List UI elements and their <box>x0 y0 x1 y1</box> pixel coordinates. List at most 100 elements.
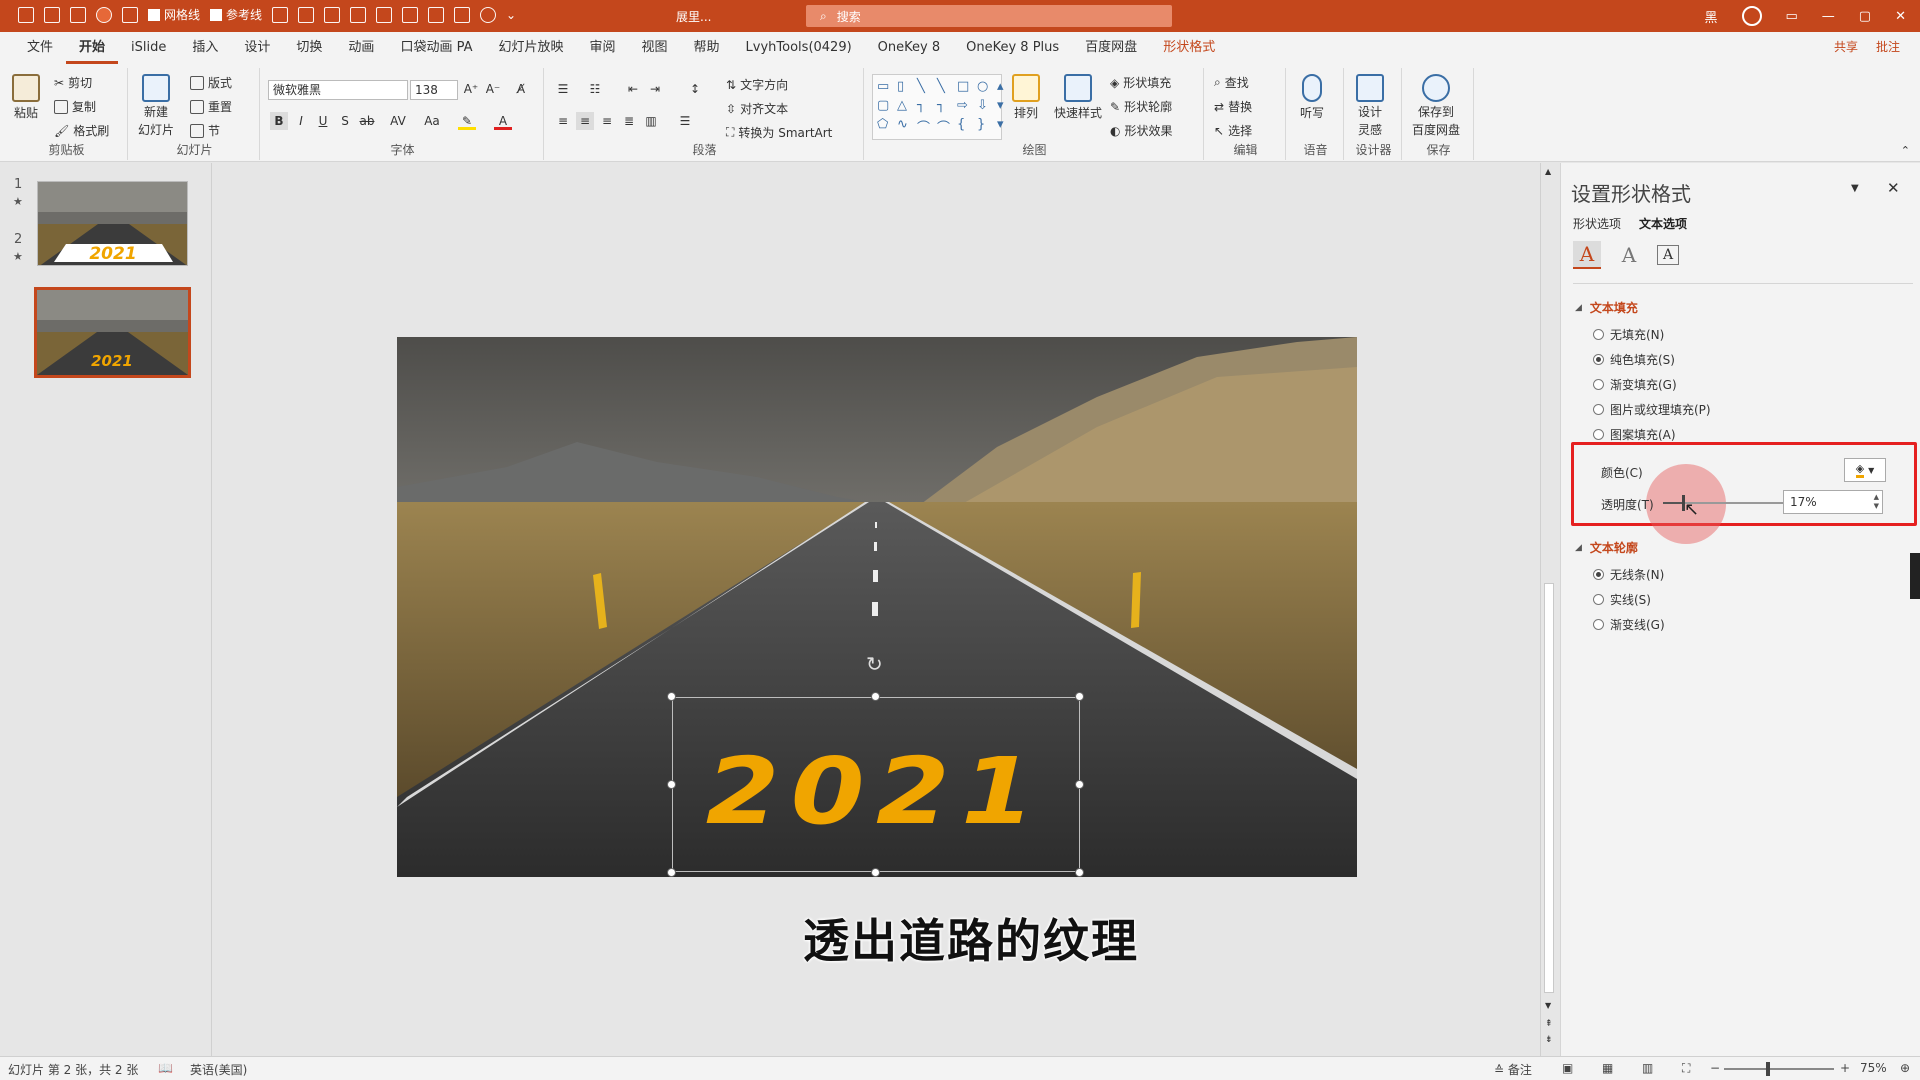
strikethrough-icon[interactable]: ab <box>358 112 376 130</box>
circle-icon[interactable] <box>480 6 497 23</box>
bold-icon[interactable]: B <box>270 112 288 130</box>
save-icon[interactable] <box>18 6 34 23</box>
shape-outline-button[interactable]: ✎ 形状轮廓 <box>1110 98 1172 115</box>
vertical-scrollbar[interactable]: ▲ ▼ ⇞ ⇟ <box>1540 163 1558 1056</box>
rectangle-icon[interactable] <box>454 6 471 23</box>
clear-format-icon[interactable]: A̸ <box>512 80 530 98</box>
numbering-icon[interactable]: ☷ <box>586 80 604 98</box>
slide-editor[interactable]: 2021 ↻ 透出道路的纹理 <box>213 163 1540 1056</box>
line2-shape-icon[interactable]: ╲ <box>937 79 953 94</box>
spellcheck-icon[interactable]: 📖 <box>158 1061 173 1075</box>
resize-handle-r[interactable] <box>1075 780 1084 789</box>
prev-slide-icon[interactable]: ⇞ <box>1545 1019 1553 1029</box>
share-button[interactable]: 共享 <box>1834 38 1858 55</box>
decrease-indent-icon[interactable]: ⇤ <box>624 80 642 98</box>
elbow-shape-icon[interactable]: ┐ <box>917 98 933 113</box>
radio-icon[interactable] <box>1593 379 1604 390</box>
guides-checkbox[interactable]: 参考线 <box>210 6 262 23</box>
curve-shape-icon[interactable]: ∿ <box>897 117 913 136</box>
vtextbox-shape-icon[interactable]: ▯ <box>897 79 913 94</box>
textbox-shape-icon[interactable]: ▭ <box>877 79 893 94</box>
expand-shapes-icon[interactable]: ▾ <box>997 117 1013 136</box>
avatar[interactable] <box>1741 6 1762 26</box>
distribute-v-icon[interactable] <box>402 6 419 23</box>
ribbon-display-icon[interactable]: ▭ <box>1786 9 1798 24</box>
pane-options-icon[interactable]: ▼ <box>1851 183 1859 194</box>
bullets-icon[interactable]: ☰ <box>554 80 572 98</box>
slideshow-icon[interactable]: ⛶ <box>1682 1061 1690 1076</box>
tab-0[interactable]: 文件 <box>14 32 66 64</box>
tab-text-options[interactable]: 文本选项 <box>1639 215 1687 232</box>
record-icon[interactable] <box>96 6 112 23</box>
radio-icon[interactable] <box>1593 619 1604 630</box>
roundrect-shape-icon[interactable]: ▢ <box>877 98 893 113</box>
elbow2-shape-icon[interactable]: ┐ <box>937 98 953 113</box>
font-family-select[interactable]: 微软雅黑 <box>268 80 408 100</box>
font-color-icon[interactable]: A <box>494 112 512 130</box>
textbox-icon[interactable]: A <box>1657 245 1679 265</box>
scroll-shapes-icon[interactable]: ▾ <box>997 98 1013 113</box>
rotate-handle-icon[interactable]: ↻ <box>866 652 883 676</box>
cut-button[interactable]: ✂ 剪切 <box>54 74 92 91</box>
oval-shape-icon[interactable]: ○ <box>977 79 993 94</box>
transparency-slider[interactable] <box>1663 495 1783 511</box>
format-painter-icon[interactable] <box>122 6 138 23</box>
slide-sorter-icon[interactable]: ▦ <box>1602 1061 1613 1075</box>
grow-font-icon[interactable]: A⁺ <box>462 80 480 98</box>
maximize-icon[interactable]: ▢ <box>1859 9 1871 24</box>
triangle-shape-icon[interactable]: △ <box>897 98 913 113</box>
scroll-down-icon[interactable]: ▼ <box>1545 1001 1551 1010</box>
scrollbar-thumb[interactable] <box>1544 583 1554 993</box>
underline-icon[interactable]: U <box>314 112 332 130</box>
color-picker-button[interactable]: ◈ ▼ <box>1844 458 1886 482</box>
down-arrow-shape-icon[interactable]: ⇩ <box>977 98 993 113</box>
arc-shape-icon[interactable]: ⌒ <box>917 117 933 136</box>
text-direction-button[interactable]: ⇅ 文字方向 <box>726 76 788 93</box>
radio-icon[interactable] <box>1593 354 1604 365</box>
resize-handle-br[interactable] <box>1075 868 1084 877</box>
year-text[interactable]: 2021 <box>643 738 1110 845</box>
year-textbox[interactable]: 2021 <box>672 697 1080 872</box>
text-outline-section[interactable]: ◢ 文本轮廓 <box>1575 539 1638 556</box>
distribute-h-icon[interactable] <box>376 6 393 23</box>
user-name[interactable]: 黑 <box>1704 7 1717 26</box>
zoom-slider[interactable] <box>1724 1068 1834 1070</box>
tab-7[interactable]: 口袋动画 PA <box>387 32 485 64</box>
zoom-level[interactable]: 75% <box>1860 1061 1887 1075</box>
brace-right-shape-icon[interactable]: } <box>977 117 993 136</box>
copy-button[interactable]: 复制 <box>54 98 96 115</box>
minimize-icon[interactable]: — <box>1822 9 1835 24</box>
resize-handle-b[interactable] <box>871 868 880 877</box>
format-painter-button[interactable]: 🖌 格式刷 <box>54 122 109 139</box>
tab-13[interactable]: OneKey 8 <box>865 32 953 64</box>
comments-button[interactable]: 批注 <box>1876 38 1900 55</box>
shape-effects-button[interactable]: ◐ 形状效果 <box>1110 122 1173 139</box>
resize-handle-t[interactable] <box>871 692 880 701</box>
tab-6[interactable]: 动画 <box>335 32 387 64</box>
tab-10[interactable]: 视图 <box>629 32 681 64</box>
tab-shape-options[interactable]: 形状选项 <box>1573 215 1621 232</box>
next-slide-icon[interactable]: ⇟ <box>1545 1035 1553 1045</box>
quick-styles-button[interactable]: 快速样式 <box>1054 74 1102 121</box>
pane-collapse-tab[interactable] <box>1910 553 1920 599</box>
tab-5[interactable]: 切换 <box>283 32 335 64</box>
tab-15[interactable]: 百度网盘 <box>1072 32 1150 64</box>
radio-icon[interactable] <box>1593 329 1604 340</box>
slide-canvas[interactable]: 2021 ↻ <box>397 337 1357 877</box>
fill-option-1[interactable]: 纯色填充(S) <box>1593 351 1675 368</box>
arc2-shape-icon[interactable]: ⌒ <box>937 117 953 136</box>
pane-close-icon[interactable]: ✕ <box>1887 179 1900 197</box>
find-button[interactable]: ⌕ 查找 <box>1214 74 1249 91</box>
align-center-icon[interactable] <box>298 6 315 23</box>
fill-option-2[interactable]: 渐变填充(G) <box>1593 376 1677 393</box>
text-fill-outline-icon[interactable]: A <box>1573 241 1601 269</box>
tab-2[interactable]: iSlide <box>118 32 179 64</box>
shape-icon[interactable] <box>70 6 86 23</box>
dictate-button[interactable]: 听写 <box>1300 74 1324 121</box>
language-indicator[interactable]: 英语(美国) <box>190 1061 247 1078</box>
radio-icon[interactable] <box>1593 404 1604 415</box>
columns-icon[interactable]: ▥ <box>642 112 660 130</box>
scroll-up-icon[interactable]: ▲ <box>1545 167 1551 176</box>
freeform-shape-icon[interactable]: ⬠ <box>877 117 893 136</box>
arrow-shape-icon[interactable]: ⇨ <box>957 98 973 113</box>
